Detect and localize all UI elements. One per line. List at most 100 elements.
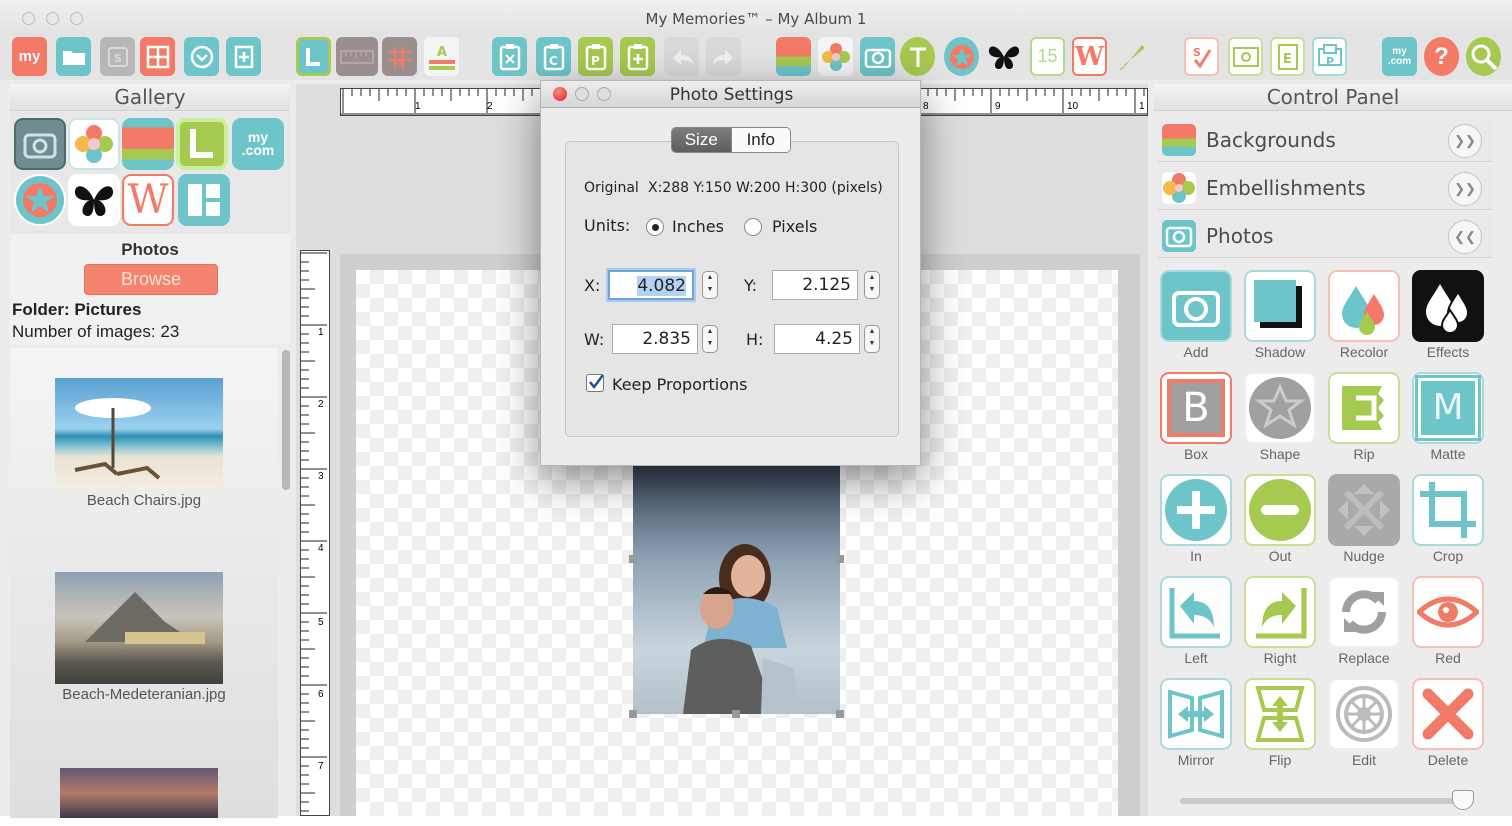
tool-shadow[interactable]: Shadow [1240, 266, 1320, 368]
tool-out[interactable]: Out [1240, 470, 1320, 572]
calendar-icon[interactable]: 15 [1030, 37, 1065, 76]
camera-icon[interactable] [14, 118, 66, 170]
stripes-icon[interactable] [122, 118, 174, 170]
resize-handle[interactable] [836, 555, 844, 563]
tool-delete[interactable]: Delete [1408, 674, 1488, 776]
x-stepper[interactable]: ▲ ▼ [702, 271, 718, 299]
zoom-icon[interactable] [1466, 37, 1501, 76]
text-t-icon[interactable] [900, 37, 935, 76]
layout-l-icon[interactable] [176, 118, 228, 170]
flower-icon[interactable] [68, 118, 120, 170]
backgrounds-icon[interactable] [776, 37, 811, 76]
print-p-icon[interactable]: P [1312, 37, 1347, 76]
export-e-icon[interactable]: E [1270, 37, 1305, 76]
clipboard-copy-icon[interactable]: C [536, 37, 571, 76]
mycom-icon[interactable]: my .com [232, 118, 284, 170]
help-icon[interactable]: ? [1424, 37, 1459, 76]
y-stepper[interactable]: ▲ ▼ [864, 271, 880, 299]
selected-photo[interactable] [633, 458, 840, 714]
h-input[interactable]: 4.25 [774, 324, 860, 354]
tool-add[interactable]: Add [1156, 266, 1236, 368]
svg-text:P: P [591, 54, 600, 68]
brush-icon[interactable] [1114, 37, 1149, 76]
butterfly-icon[interactable] [68, 174, 120, 226]
backgrounds-icon [1162, 124, 1196, 156]
resize-handle[interactable] [732, 710, 740, 718]
butterfly-icon[interactable] [986, 37, 1021, 76]
chevron-up-icon[interactable]: ❮❮ [1448, 220, 1482, 254]
resize-handle[interactable] [836, 710, 844, 718]
pixels-radio[interactable] [744, 218, 762, 236]
resize-handle[interactable] [629, 710, 637, 718]
section-backgrounds[interactable]: Backgrounds ❯❯ [1158, 118, 1492, 162]
spellcheck-icon[interactable]: S [1184, 37, 1219, 76]
star-icon[interactable] [14, 174, 66, 226]
wordart-icon[interactable]: W [122, 174, 174, 226]
undo-icon[interactable] [664, 37, 699, 76]
layout-icon[interactable] [140, 37, 175, 76]
layout-grid-icon[interactable] [178, 174, 230, 226]
thumbnail-image[interactable] [60, 768, 218, 818]
tool-nudge[interactable]: Nudge [1324, 470, 1404, 572]
keep-proportions-checkbox[interactable] [586, 374, 604, 392]
tool-mirror[interactable]: Mirror [1156, 674, 1236, 776]
zoom-slider[interactable] [1180, 790, 1474, 810]
w-stepper[interactable]: ▲ ▼ [702, 325, 718, 353]
h-stepper[interactable]: ▲ ▼ [864, 325, 880, 353]
tool-recolor[interactable]: Recolor [1324, 266, 1404, 368]
embellishments-icon[interactable] [818, 37, 853, 76]
save-icon[interactable]: S [100, 37, 135, 76]
tool-crop[interactable]: Crop [1408, 470, 1488, 572]
wordart-icon[interactable]: W [1072, 37, 1107, 76]
chevron-down-icon[interactable]: ❯❯ [1448, 172, 1482, 206]
download-icon[interactable] [184, 37, 219, 76]
tab-info[interactable]: Info [730, 128, 790, 152]
tool-edit[interactable]: Edit [1324, 674, 1404, 776]
my-logo-icon[interactable]: my [12, 37, 47, 76]
text-align-icon[interactable]: A [424, 37, 459, 76]
tool-flip[interactable]: Flip [1240, 674, 1320, 776]
tool-replace[interactable]: Replace [1324, 572, 1404, 674]
tool-rip[interactable]: Rip [1324, 368, 1404, 470]
clipboard-add-icon[interactable] [620, 37, 655, 76]
star-icon[interactable] [944, 37, 979, 76]
thumbnail-image[interactable] [55, 572, 223, 684]
browse-button[interactable]: Browse [84, 264, 218, 295]
ruler-icon[interactable] [336, 37, 378, 76]
tool-matte[interactable]: M Matte [1408, 368, 1488, 470]
preview-icon[interactable] [1228, 37, 1263, 76]
inches-label: Inches [672, 217, 724, 236]
tool-in[interactable]: In [1156, 470, 1236, 572]
layout-l-icon[interactable] [296, 37, 331, 76]
tab-size[interactable]: Size [672, 128, 731, 152]
tool-effects[interactable]: Effects [1408, 266, 1488, 368]
tool-left[interactable]: Left [1156, 572, 1236, 674]
clipboard-cut-icon[interactable] [492, 37, 527, 76]
x-input[interactable]: 4.082 [608, 270, 694, 300]
camera-icon[interactable] [860, 37, 895, 76]
section-embellishments[interactable]: Embellishments ❯❯ [1158, 166, 1492, 210]
chevron-down-icon[interactable]: ❯❯ [1448, 124, 1482, 158]
svg-text:A: A [437, 45, 447, 60]
w-input[interactable]: 2.835 [612, 324, 698, 354]
resize-handle[interactable] [629, 555, 637, 563]
crop-icon [1412, 474, 1484, 546]
tool-right[interactable]: Right [1240, 572, 1320, 674]
add-page-icon[interactable] [226, 37, 261, 76]
units-label: Units: [584, 216, 631, 235]
y-input[interactable]: 2.125 [772, 270, 858, 300]
folder-icon[interactable] [56, 37, 91, 76]
redo-icon[interactable] [706, 37, 741, 76]
rotate-left-icon [1160, 576, 1232, 648]
thumbnail-image[interactable] [55, 378, 223, 490]
gallery-scrollbar[interactable] [282, 350, 290, 490]
mycom-icon[interactable]: my .com [1382, 37, 1417, 76]
clipboard-paste-icon[interactable]: P [578, 37, 613, 76]
grid-icon[interactable]: G [382, 37, 417, 76]
tool-shape[interactable]: Shape [1240, 368, 1320, 470]
tool-box[interactable]: B Box [1156, 368, 1236, 470]
inches-radio[interactable] [646, 218, 664, 236]
tool-red[interactable]: Red [1408, 572, 1488, 674]
section-photos[interactable]: Photos ❮❮ [1158, 214, 1492, 258]
w-label: W: [584, 330, 605, 349]
